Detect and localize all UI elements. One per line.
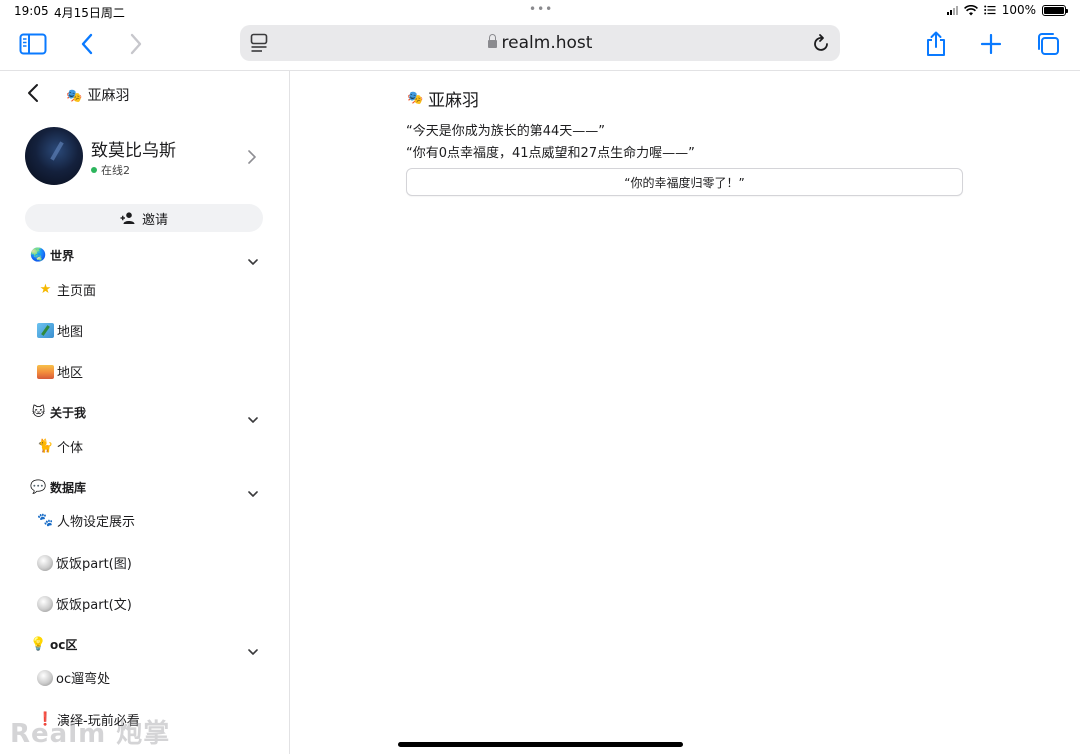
lightbulb-icon: 💡: [30, 637, 47, 652]
battery-icon: [1042, 4, 1068, 16]
avatar[interactable]: [25, 127, 83, 185]
sidebar-item-oc-walk[interactable]: oc遛弯处: [37, 668, 110, 687]
section-database[interactable]: 💬 数据库: [30, 479, 86, 496]
forward-icon[interactable]: [121, 30, 151, 58]
section-about-me[interactable]: 🐱 关于我: [30, 404, 86, 421]
section-world[interactable]: 🌏 世界: [30, 247, 74, 264]
status-bar: 19:05 4月15日周二 ••• 100%: [0, 0, 1080, 22]
sunrise-icon: [37, 364, 54, 379]
section-oc[interactable]: 💡 oc区: [30, 636, 77, 653]
sidebar-item-label: 饭饭part(图): [56, 557, 132, 572]
section-label: oc区: [50, 638, 78, 652]
sidebar-item-label: 主页面: [57, 284, 97, 299]
sidebar-item-label: oc遛弯处: [56, 672, 111, 687]
performing-arts-icon: 🎭: [66, 89, 83, 104]
chevron-down-icon[interactable]: [247, 251, 259, 270]
sidebar-item-map[interactable]: 地图: [37, 321, 83, 340]
list-icon: [983, 5, 996, 15]
sphere-icon: [37, 595, 53, 612]
status-time: 19:05: [14, 4, 49, 18]
back-icon[interactable]: [72, 30, 102, 58]
online-status: 在线2: [91, 162, 130, 178]
realm-header[interactable]: 🎭 亚麻羽: [66, 85, 129, 105]
invite-button[interactable]: 邀请: [25, 204, 263, 232]
watermark: Realm 炮掌: [10, 719, 171, 749]
section-label: 世界: [50, 249, 75, 263]
lock-icon: [487, 34, 497, 48]
status-date: 4月15日周二: [54, 6, 125, 20]
cat-face-icon: 🐱: [31, 405, 46, 420]
url-label: realm.host: [501, 33, 593, 53]
sidebar-item-fan-images[interactable]: 饭饭part(图): [37, 553, 132, 572]
sidebar-item-fan-text[interactable]: 饭饭part(文): [37, 594, 132, 613]
sphere-icon: [37, 669, 53, 686]
address-bar[interactable]: realm.host: [240, 25, 840, 61]
invite-label: 邀请: [141, 212, 168, 228]
performing-arts-icon: 🎭: [407, 91, 424, 106]
sidebar-item-label: 人物设定展示: [57, 515, 136, 530]
choice-button[interactable]: “你的幸福度归零了！”: [406, 168, 963, 196]
star-icon: ★: [39, 282, 52, 297]
reload-icon[interactable]: [812, 33, 830, 57]
browser-toolbar: realm.host: [0, 22, 1080, 70]
chevron-right-icon[interactable]: [247, 149, 257, 169]
sidebar-back-icon[interactable]: [26, 83, 40, 107]
cat-icon: 🐈: [37, 439, 54, 454]
new-tab-icon[interactable]: [976, 30, 1006, 58]
battery-percent: 100%: [1001, 3, 1036, 17]
status-indicators: 100%: [946, 3, 1068, 17]
map-icon: [37, 323, 54, 338]
globe-icon: 🌏: [30, 248, 47, 263]
sphere-icon: [37, 554, 53, 571]
wifi-icon: [963, 4, 978, 15]
chevron-down-icon[interactable]: [247, 409, 259, 428]
home-indicator[interactable]: [398, 742, 683, 747]
user-name[interactable]: 致莫比乌斯: [91, 136, 176, 161]
sidebar-item-home[interactable]: ★ 主页面: [37, 280, 96, 299]
chevron-down-icon[interactable]: [247, 483, 259, 502]
sidebar-toggle-icon[interactable]: [18, 30, 48, 58]
online-count: 在线2: [101, 164, 130, 177]
realm-name: 亚麻羽: [87, 88, 130, 104]
add-person-icon: [120, 212, 135, 224]
multitasking-dots-icon[interactable]: •••: [529, 2, 553, 16]
sidebar-item-label: 饭饭part(文): [56, 598, 132, 613]
paw-prints-icon: 🐾: [37, 513, 54, 528]
cellular-signal-icon: [946, 5, 958, 15]
sidebar-item-character-showcase[interactable]: 🐾 人物设定展示: [37, 511, 135, 530]
online-dot-icon: [91, 167, 97, 173]
sidebar-item-label: 地图: [57, 325, 84, 340]
chevron-down-icon[interactable]: [247, 641, 259, 660]
section-label: 数据库: [50, 481, 87, 495]
url-text[interactable]: realm.host: [240, 33, 840, 53]
story-line-2: “你有0点幸福度，41点威望和27点生命力喔——”: [406, 146, 695, 161]
sidebar-item-region[interactable]: 地区: [37, 362, 83, 381]
sidebar-divider: [289, 71, 290, 754]
page-title: 🎭 亚麻羽: [407, 86, 479, 111]
tabs-overview-icon[interactable]: [1033, 30, 1063, 58]
page-title-text: 亚麻羽: [428, 91, 479, 111]
sidebar-item-label: 地区: [57, 366, 84, 381]
speech-bubble-icon: 💬: [30, 480, 47, 495]
sidebar-item-individual[interactable]: 🐈 个体: [37, 437, 83, 456]
share-icon[interactable]: [921, 30, 951, 58]
sidebar: 🎭 亚麻羽 致莫比乌斯 在线2 邀请 🌏 世界 ★ 主页面 地图 地区 🐱 关于…: [0, 71, 289, 754]
story-line-1: “今天是你成为族长的第44天——”: [406, 124, 606, 139]
section-label: 关于我: [50, 406, 87, 420]
sidebar-item-label: 个体: [57, 441, 84, 456]
